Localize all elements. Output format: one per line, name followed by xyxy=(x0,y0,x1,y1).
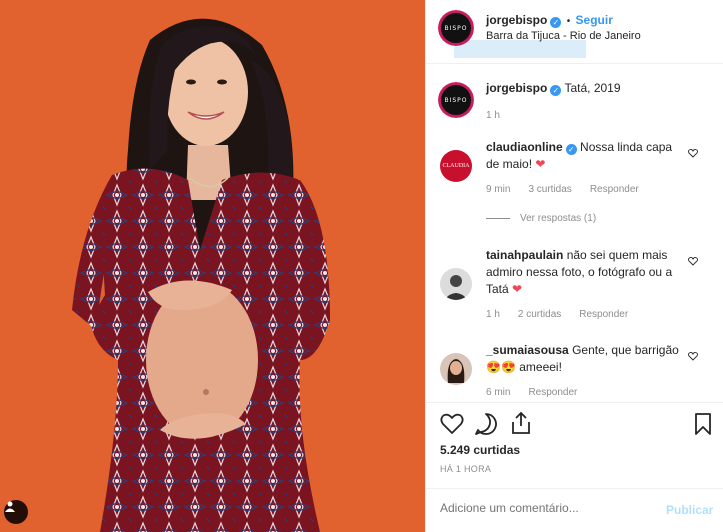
comment-avatar[interactable] xyxy=(440,268,472,300)
comment-time[interactable]: 1 h xyxy=(486,309,500,320)
comment-like-heart-icon[interactable] xyxy=(688,256,698,266)
logo-text: BISPO xyxy=(444,24,468,32)
comment-like-heart-icon[interactable] xyxy=(688,351,698,361)
replies-line xyxy=(486,217,510,219)
reply-button[interactable]: Responder xyxy=(590,184,639,195)
comment-likes[interactable]: 2 curtidas xyxy=(518,309,561,320)
comment-username[interactable]: _sumaiasousa xyxy=(486,343,569,357)
caption-time[interactable]: 1 h xyxy=(486,110,500,121)
bookmark-icon[interactable] xyxy=(694,412,712,436)
caption-text: Tatá, 2019 xyxy=(564,81,621,95)
reply-button[interactable]: Responder xyxy=(579,309,628,320)
post-location[interactable]: Barra da Tijuca - Rio de Janeiro xyxy=(486,30,641,42)
post-header: BISPO jorgebispo ✓ • Seguir Barra da Tiju… xyxy=(426,0,723,64)
verified-icon: ✓ xyxy=(550,17,562,28)
photo-illustration xyxy=(72,18,330,532)
comment-body: claudiaonline ✓ Nossa linda capa de maio!… xyxy=(486,139,686,173)
comment-meta: 6 min Responder xyxy=(486,387,595,398)
comment-meta: 1 h 2 curtidas Responder xyxy=(486,309,646,320)
bispo-logo: BISPO xyxy=(438,82,474,118)
comment-username[interactable]: tainahpaulain xyxy=(486,248,563,262)
follow-button[interactable]: Seguir xyxy=(576,13,613,27)
claudia-logo: CLAUDIA xyxy=(442,163,470,169)
post-photo[interactable] xyxy=(0,0,425,532)
comment-like-heart-icon[interactable] xyxy=(688,148,698,158)
comment-avatar[interactable]: CLAUDIA xyxy=(440,150,472,182)
user-tag-icon[interactable] xyxy=(4,500,28,524)
publish-button[interactable]: Publicar xyxy=(666,503,713,517)
heart-emoji-icon: ❤ xyxy=(535,157,546,171)
add-comment-bar: Publicar xyxy=(426,488,723,532)
comment-avatar[interactable] xyxy=(440,353,472,385)
author-username[interactable]: jorgebispo xyxy=(486,13,547,27)
logo-text: BISPO xyxy=(444,96,468,104)
caption-avatar[interactable]: BISPO xyxy=(438,82,474,118)
verified-icon: ✓ xyxy=(550,85,562,96)
comment-username[interactable]: claudiaonline xyxy=(486,140,563,154)
comment-text: Gente, que barrigão xyxy=(572,343,679,357)
post-time[interactable]: HÁ 1 HORA xyxy=(440,464,491,474)
bispo-logo: BISPO xyxy=(438,10,474,46)
comment-icon[interactable] xyxy=(474,412,498,436)
comment-meta: 9 min 3 curtidas Responder xyxy=(486,184,657,195)
post-panel: BISPO jorgebispo ✓ • Seguir Barra da Tiju… xyxy=(425,0,723,532)
comment-body: tainahpaulain não sei quem mais admiro n… xyxy=(486,247,686,298)
view-replies[interactable]: Ver respostas (1) xyxy=(486,213,614,224)
caption-username[interactable]: jorgebispo xyxy=(486,81,547,95)
comment-body: _sumaiasousa Gente, que barrigão 😍😍 amee… xyxy=(486,342,686,376)
view-replies-label: Ver respostas (1) xyxy=(520,213,597,224)
comment-time[interactable]: 6 min xyxy=(486,387,510,398)
separator-dot: • xyxy=(566,16,571,27)
likes-count[interactable]: 5.249 curtidas xyxy=(440,443,520,457)
comment-time[interactable]: 9 min xyxy=(486,184,510,195)
comment-text-end: ameeei! xyxy=(519,360,562,374)
reply-button[interactable]: Responder xyxy=(528,387,577,398)
caption: jorgebispo ✓ Tatá, 2019 xyxy=(486,80,706,97)
background-ghost-element xyxy=(454,40,586,58)
heart-emoji-icon: ❤ xyxy=(512,282,523,296)
share-icon[interactable] xyxy=(510,411,532,435)
verified-icon: ✓ xyxy=(565,144,577,155)
heart-eyes-emoji-icon: 😍😍 xyxy=(486,360,516,374)
heart-icon[interactable] xyxy=(440,413,464,435)
comment-input[interactable] xyxy=(440,501,650,515)
author-avatar[interactable]: BISPO xyxy=(438,10,474,46)
comment-likes[interactable]: 3 curtidas xyxy=(528,184,571,195)
author-line: jorgebispo ✓ • Seguir xyxy=(486,13,613,28)
